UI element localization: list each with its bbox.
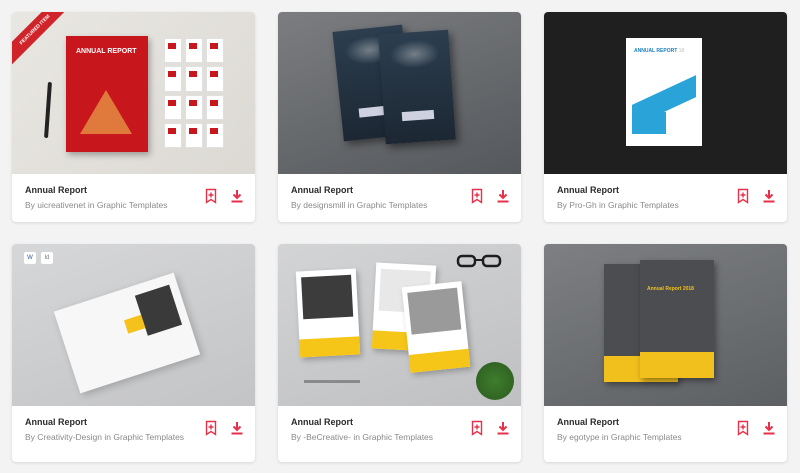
bookmark-add-icon[interactable] <box>469 420 485 436</box>
download-icon[interactable] <box>495 188 511 204</box>
template-thumbnail[interactable]: Annual Report 2018 <box>544 244 787 406</box>
report-cover: ANNUAL REPORT 18 <box>626 38 702 146</box>
template-card[interactable]: W Id Annual Report By Creativity-Design … <box>12 244 255 462</box>
report-page <box>401 281 471 373</box>
card-author[interactable]: By -BeCreative- in Graphic Templates <box>291 431 471 443</box>
bookmark-add-icon[interactable] <box>735 188 751 204</box>
template-thumbnail[interactable]: FEATURED ITEM ANNUAL REPORT <box>12 12 255 174</box>
cover-title: Annual Report 2018 <box>647 286 694 292</box>
card-title[interactable]: Annual Report <box>25 416 205 428</box>
plant-image <box>476 362 514 400</box>
template-card[interactable]: FEATURED ITEM ANNUAL REPORT Annual Repor… <box>12 12 255 222</box>
download-icon[interactable] <box>761 420 777 436</box>
pencil-image <box>304 380 360 383</box>
card-author[interactable]: By Creativity-Design in Graphic Template… <box>25 431 205 443</box>
card-author[interactable]: By designsmill in Graphic Templates <box>291 199 471 211</box>
template-thumbnail[interactable]: ANNUAL REPORT 18 <box>544 12 787 174</box>
word-format-badge: W <box>24 252 36 264</box>
bookmark-add-icon[interactable] <box>469 188 485 204</box>
report-cover <box>53 272 201 394</box>
glasses-image <box>456 254 502 268</box>
pen-image <box>44 81 52 139</box>
report-cover: Annual Report 2018 <box>640 260 714 378</box>
card-title[interactable]: Annual Report <box>557 416 737 428</box>
card-author[interactable]: By Pro-Gh in Graphic Templates <box>557 199 737 211</box>
report-cover <box>378 29 456 145</box>
download-icon[interactable] <box>761 188 777 204</box>
template-thumbnail[interactable] <box>278 244 521 406</box>
download-icon[interactable] <box>229 420 245 436</box>
download-icon[interactable] <box>495 420 511 436</box>
template-card[interactable]: ANNUAL REPORT 18 Annual Report By Pro-Gh… <box>544 12 787 222</box>
download-icon[interactable] <box>229 188 245 204</box>
cover-title: ANNUAL REPORT 18 <box>634 48 685 54</box>
card-title[interactable]: Annual Report <box>557 184 737 196</box>
report-cover: ANNUAL REPORT <box>66 36 148 152</box>
template-card[interactable]: Annual Report By -BeCreative- in Graphic… <box>278 244 521 462</box>
bookmark-add-icon[interactable] <box>203 188 219 204</box>
template-thumbnail[interactable]: W Id <box>12 244 255 406</box>
page-grid <box>164 38 224 148</box>
bookmark-add-icon[interactable] <box>203 420 219 436</box>
indesign-format-badge: Id <box>41 252 53 264</box>
cover-title: ANNUAL REPORT <box>76 48 137 55</box>
bookmark-add-icon[interactable] <box>735 420 751 436</box>
card-title[interactable]: Annual Report <box>291 184 471 196</box>
featured-ribbon: FEATURED ITEM <box>12 12 73 68</box>
card-author[interactable]: By uicreativenet in Graphic Templates <box>25 199 205 211</box>
template-card[interactable]: Annual Report By designsmill in Graphic … <box>278 12 521 222</box>
card-title[interactable]: Annual Report <box>291 416 471 428</box>
template-card[interactable]: Annual Report 2018 Annual Report By egot… <box>544 244 787 462</box>
template-thumbnail[interactable] <box>278 12 521 174</box>
report-page <box>295 268 361 358</box>
card-author[interactable]: By egotype in Graphic Templates <box>557 431 737 443</box>
card-title[interactable]: Annual Report <box>25 184 205 196</box>
